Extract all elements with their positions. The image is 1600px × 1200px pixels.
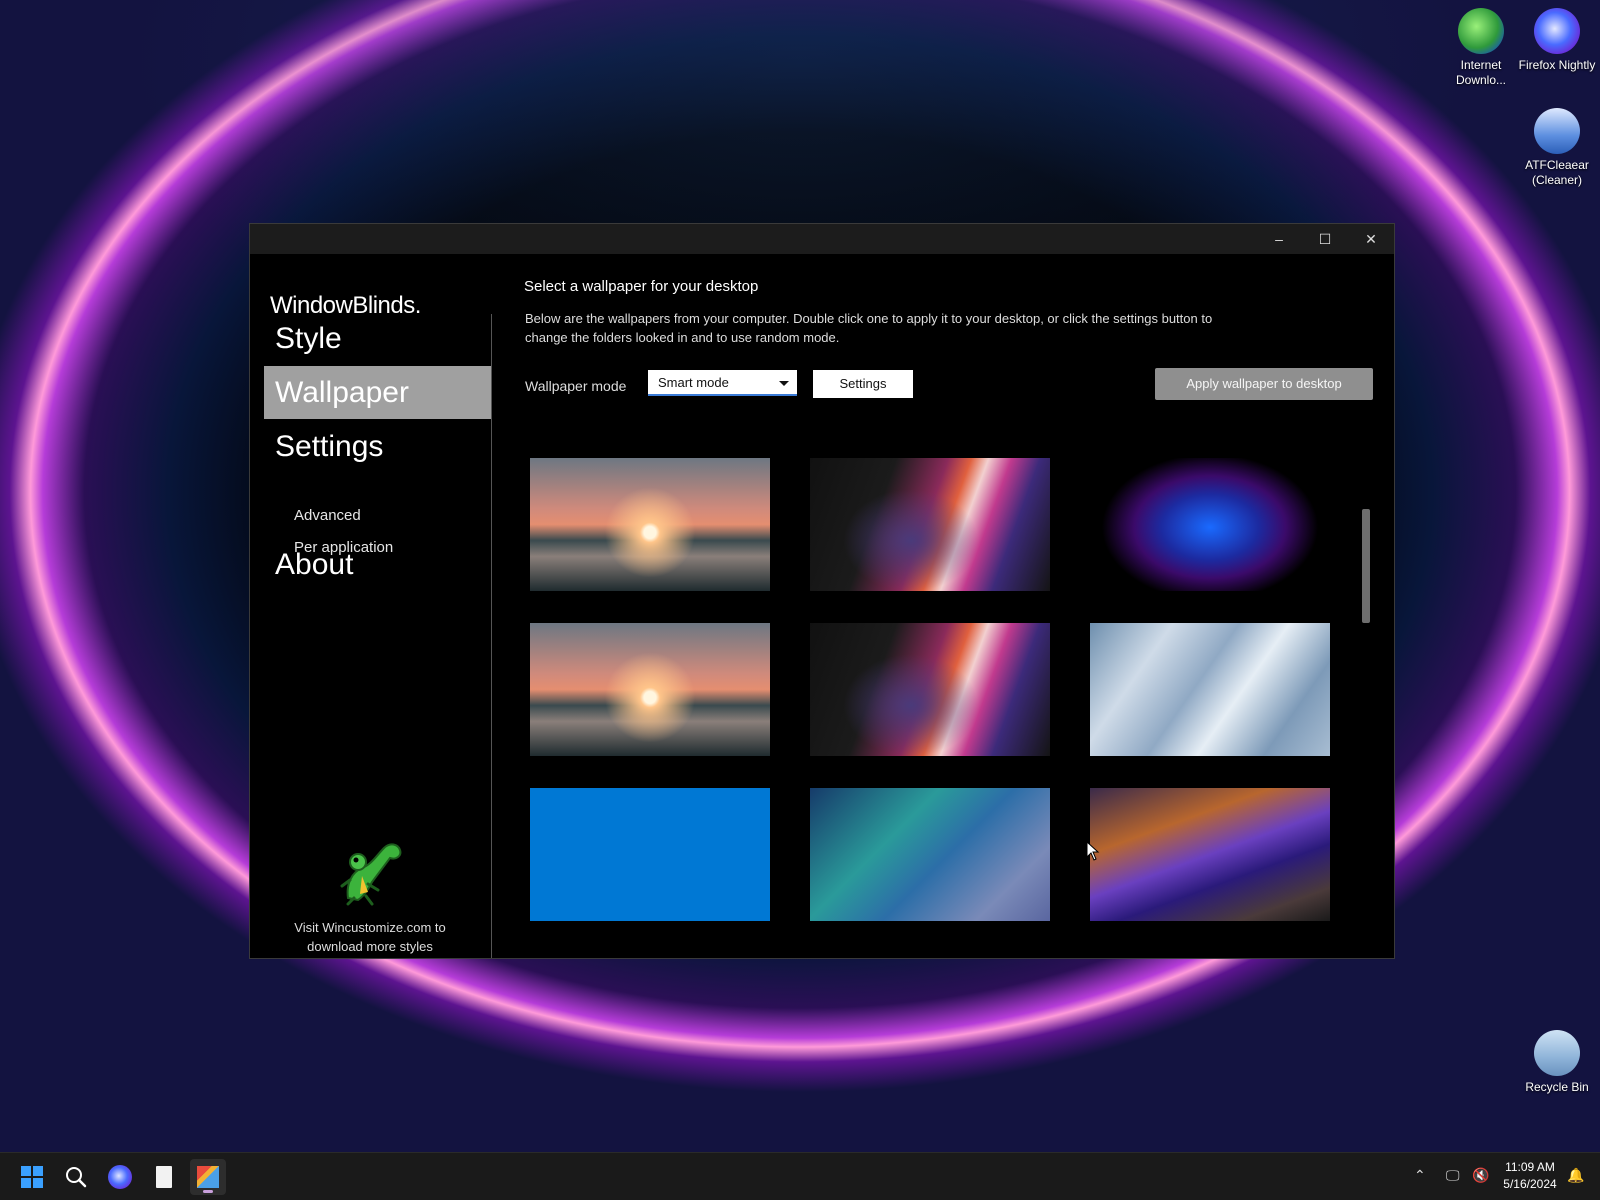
desktop-icon-atf-cleaner[interactable]: ATFCleaear (Cleaner) bbox=[1517, 108, 1597, 188]
scrollbar-thumb[interactable] bbox=[1362, 509, 1370, 623]
windowblinds-icon bbox=[197, 1166, 219, 1188]
desktop-icon-label: Recycle Bin bbox=[1525, 1080, 1589, 1094]
desktop-icon-label: Firefox Nightly bbox=[1518, 58, 1596, 72]
network-icon[interactable]: 🖵 bbox=[1446, 1167, 1460, 1184]
nav-wallpaper[interactable]: Wallpaper bbox=[264, 366, 492, 419]
page-title: Select a wallpaper for your desktop bbox=[524, 278, 759, 295]
wallpaper-thumbnail-blue-bloom[interactable] bbox=[1090, 458, 1330, 591]
title-bar[interactable]: – ☐ ✕ bbox=[250, 224, 1394, 254]
chevron-down-icon bbox=[779, 381, 789, 386]
apply-wallpaper-button[interactable]: Apply wallpaper to desktop bbox=[1155, 368, 1373, 400]
volume-muted-icon[interactable]: 🔇 bbox=[1472, 1167, 1489, 1184]
chevron-up-icon[interactable]: ⌃ bbox=[1414, 1167, 1426, 1184]
windowblinds-window: – ☐ ✕ WindowBlinds. Style Wallpaper Sett… bbox=[249, 223, 1395, 959]
wallpaper-thumbnail-purple-ribbon[interactable] bbox=[810, 458, 1050, 591]
gecko-mascot-icon[interactable] bbox=[328, 836, 408, 906]
taskbar-windowblinds[interactable] bbox=[190, 1159, 226, 1195]
start-icon bbox=[21, 1166, 43, 1188]
wallpaper-thumbnail-silver-flow[interactable] bbox=[1090, 623, 1330, 756]
minimize-icon: – bbox=[1275, 231, 1283, 247]
wallpaper-thumbnail-sunset-lake[interactable] bbox=[530, 623, 770, 756]
settings-button[interactable]: Settings bbox=[813, 370, 913, 398]
nav-advanced[interactable]: Advanced bbox=[294, 507, 361, 524]
nav-about[interactable]: About bbox=[264, 538, 492, 591]
maximize-icon: ☐ bbox=[1318, 230, 1332, 247]
file-icon bbox=[156, 1166, 172, 1188]
firefox-nightly-icon bbox=[1534, 8, 1580, 54]
wincustomize-promo-text[interactable]: Visit Wincustomize.com to download more … bbox=[270, 918, 470, 956]
page-description: Below are the wallpapers from your compu… bbox=[525, 311, 1213, 345]
atf-cleaner-icon bbox=[1534, 108, 1580, 154]
wallpaper-mode-value: Smart mode bbox=[658, 375, 729, 390]
desktop-icon-label: Internet Downlo... bbox=[1455, 58, 1507, 87]
desktop-icon-internet-download-manager[interactable]: Internet Downlo... bbox=[1441, 8, 1521, 88]
system-clock[interactable]: 11:09 AM 5/16/2024 bbox=[1498, 1159, 1562, 1193]
taskbar: ⌃ 🖵 🔇 11:09 AM 5/16/2024 🔔 bbox=[0, 1152, 1600, 1200]
close-icon: ✕ bbox=[1365, 230, 1377, 247]
clock-date: 5/16/2024 bbox=[1503, 1177, 1557, 1191]
maximize-button[interactable]: ☐ bbox=[1302, 224, 1348, 254]
firefox-icon bbox=[108, 1165, 132, 1189]
desktop-icon-recycle-bin[interactable]: Recycle Bin bbox=[1517, 1030, 1597, 1095]
desktop-icon-firefox-nightly[interactable]: Firefox Nightly bbox=[1517, 8, 1597, 73]
idm-icon bbox=[1458, 8, 1504, 54]
minimize-button[interactable]: – bbox=[1256, 224, 1302, 254]
search-button[interactable] bbox=[58, 1159, 94, 1195]
wallpaper-thumbnail-purple-ribbon[interactable] bbox=[810, 623, 1050, 756]
wallpaper-thumbnail-solid-blue[interactable] bbox=[530, 788, 770, 921]
wallpaper-thumbnail-teal-fabric[interactable] bbox=[810, 788, 1050, 921]
wallpaper-mode-dropdown[interactable]: Smart mode bbox=[648, 370, 797, 396]
clock-time: 11:09 AM bbox=[1505, 1160, 1555, 1174]
wallpaper-panel: Select a wallpaper for your desktop Belo… bbox=[492, 254, 1394, 958]
start-button[interactable] bbox=[14, 1159, 50, 1195]
recycle-bin-icon bbox=[1534, 1030, 1580, 1076]
close-button[interactable]: ✕ bbox=[1348, 224, 1394, 254]
search-icon bbox=[66, 1167, 87, 1188]
mouse-cursor-icon bbox=[1086, 841, 1100, 861]
notification-bell-icon[interactable]: 🔔 bbox=[1567, 1167, 1584, 1184]
nav-style[interactable]: Style bbox=[264, 312, 492, 365]
wallpaper-mode-label: Wallpaper mode bbox=[525, 378, 627, 394]
taskbar-file[interactable] bbox=[146, 1159, 182, 1195]
wallpaper-thumbnail-sunset-lake[interactable] bbox=[530, 458, 770, 591]
nav-settings[interactable]: Settings bbox=[264, 420, 492, 473]
taskbar-firefox[interactable] bbox=[102, 1159, 138, 1195]
desktop-icon-label: ATFCleaear (Cleaner) bbox=[1525, 158, 1589, 187]
wallpaper-thumbnail-abstract-waves[interactable] bbox=[1090, 788, 1330, 921]
sidebar: WindowBlinds. Style Wallpaper Settings A… bbox=[250, 254, 492, 958]
